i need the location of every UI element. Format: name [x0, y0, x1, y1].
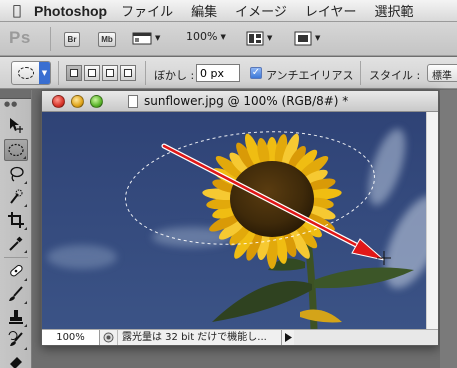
eraser-tool-icon[interactable]	[4, 351, 28, 368]
zoom-level-dropdown[interactable]: 100% ▼	[186, 30, 226, 43]
image-canvas[interactable]	[42, 112, 438, 329]
document-window: sunflower.jpg @ 100% (RGB/8#) * 100% 露光量…	[41, 90, 439, 346]
application-bar: Ps Br Mb ▼ 100% ▼ ▼ ▼	[0, 22, 457, 56]
close-window-button[interactable]	[52, 95, 65, 108]
launch-bridge-button[interactable]: Br	[64, 32, 80, 47]
spot-healing-brush-icon[interactable]	[4, 260, 28, 282]
divider	[50, 27, 51, 51]
menu-layer[interactable]: レイヤー	[305, 1, 357, 20]
tool-flyout-icon	[23, 156, 26, 159]
photoshop-logo: Ps	[9, 28, 31, 47]
view-extras-dropdown[interactable]: ▼	[132, 30, 160, 46]
document-file-icon	[128, 95, 138, 108]
eraser-glyph	[10, 357, 22, 368]
spot-healing-glyph	[10, 264, 23, 277]
launch-mini-bridge-button[interactable]: Mb	[98, 32, 116, 47]
subtract-from-selection-icon	[106, 69, 114, 77]
screen-mode-icon	[294, 31, 312, 46]
add-to-selection-button[interactable]	[84, 65, 100, 81]
clone-stamp-glyph	[9, 310, 23, 324]
add-to-selection-icon	[88, 69, 96, 77]
tool-flyout-icon	[24, 324, 27, 327]
status-zoom-field[interactable]: 100%	[42, 330, 100, 345]
triangle-right-icon	[284, 333, 292, 342]
tool-flyout-icon	[24, 204, 27, 207]
menu-bar:  Photoshop ファイル 編集 イメージ レイヤー 選択範	[0, 0, 457, 22]
status-info-icon[interactable]	[100, 330, 118, 345]
quick-selection-tool-icon[interactable]	[4, 186, 28, 208]
chevron-down-icon: ▼	[267, 34, 273, 42]
subtract-from-selection-button[interactable]	[102, 65, 118, 81]
arrange-documents-dropdown[interactable]: ▼	[246, 30, 272, 46]
options-bar: ▼ ぼかし : ✓ アンチエイリアス スタイル : 標準	[0, 57, 457, 89]
divider	[4, 257, 28, 258]
panel-dock	[440, 90, 457, 368]
horizontal-scrollbar[interactable]	[294, 330, 438, 345]
history-brush-glyph	[8, 331, 23, 346]
panel-collapse-icon[interactable]: ●●	[4, 100, 18, 108]
view-extras-icon	[132, 32, 152, 45]
eyedropper-glyph	[9, 236, 23, 251]
chevron-down-icon: ▼	[315, 34, 321, 42]
tool-flyout-icon	[24, 181, 27, 184]
screen-mode-dropdown[interactable]: ▼	[294, 30, 320, 46]
crop-tool-icon[interactable]	[4, 209, 28, 231]
antialias-checkbox[interactable]: ✓	[250, 67, 262, 79]
zoom-window-button[interactable]	[90, 95, 103, 108]
tool-flyout-icon	[24, 347, 27, 350]
document-status-bar: 100% 露光量は 32 bit だけで機能し...	[42, 329, 438, 345]
quick-selection-glyph	[10, 189, 23, 204]
new-selection-icon	[70, 69, 78, 77]
style-select[interactable]: 標準	[427, 64, 457, 82]
menu-image[interactable]: イメージ	[235, 1, 287, 20]
eyedropper-tool-icon[interactable]	[4, 232, 28, 254]
lasso-glyph	[10, 166, 24, 182]
move-tool-icon[interactable]	[4, 114, 28, 136]
menu-select[interactable]: 選択範	[375, 1, 414, 20]
tool-flyout-icon	[24, 250, 27, 253]
lasso-tool-icon[interactable]	[4, 163, 28, 185]
tool-flyout-icon	[24, 227, 27, 230]
intersect-selection-button[interactable]	[120, 65, 136, 81]
clone-stamp-tool-icon[interactable]	[4, 306, 28, 328]
chevron-down-icon: ▼	[39, 62, 50, 84]
zoom-level-value: 100%	[186, 30, 218, 43]
crop-glyph	[8, 212, 24, 228]
document-title-bar[interactable]: sunflower.jpg @ 100% (RGB/8#) *	[42, 91, 438, 112]
menu-edit[interactable]: 編集	[191, 1, 217, 20]
move-tool-glyph	[10, 118, 23, 133]
feather-label: ぼかし :	[154, 69, 195, 82]
tool-flyout-icon	[24, 301, 27, 304]
document-title: sunflower.jpg @ 100% (RGB/8#) *	[144, 94, 349, 108]
menu-app-name[interactable]: Photoshop	[34, 3, 107, 19]
elliptical-marquee-icon	[18, 67, 34, 79]
style-label: スタイル :	[369, 69, 421, 82]
apple-logo-icon[interactable]: 	[0, 3, 34, 19]
elliptical-marquee-tool-icon[interactable]	[4, 139, 28, 161]
brush-tool-icon[interactable]	[4, 283, 28, 305]
status-menu-arrow-icon[interactable]	[282, 330, 294, 345]
feather-input[interactable]	[196, 64, 240, 82]
sunflower-image	[42, 112, 438, 329]
vertical-scrollbar[interactable]	[426, 112, 438, 329]
divider	[145, 61, 146, 85]
arrange-documents-icon	[246, 31, 264, 46]
camera-icon	[103, 332, 114, 343]
panel-grip[interactable]	[0, 90, 31, 99]
menu-file[interactable]: ファイル	[121, 1, 173, 20]
divider	[360, 61, 361, 85]
tool-preset-picker[interactable]: ▼	[11, 61, 51, 85]
new-selection-button[interactable]	[66, 65, 82, 81]
minimize-window-button[interactable]	[71, 95, 84, 108]
history-brush-icon[interactable]	[4, 329, 28, 351]
tools-panel: ●●	[0, 90, 32, 368]
chevron-down-icon: ▼	[155, 34, 161, 42]
status-info-text: 露光量は 32 bit だけで機能し...	[118, 330, 282, 345]
chevron-down-icon: ▼	[220, 32, 226, 41]
tool-flyout-icon	[24, 278, 27, 281]
divider	[58, 61, 59, 85]
antialias-label: アンチエイリアス	[266, 69, 354, 82]
brush-glyph	[9, 286, 23, 301]
intersect-selection-icon	[124, 69, 132, 77]
